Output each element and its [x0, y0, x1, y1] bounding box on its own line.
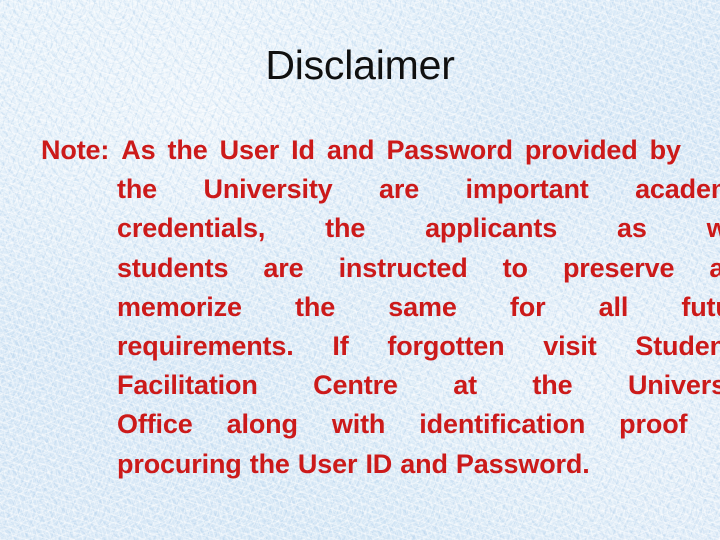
disclaimer-word: ID	[365, 448, 393, 479]
page-title: Disclaimer	[265, 42, 455, 88]
disclaimer-word: all	[598, 291, 629, 322]
disclaimer-word: the	[167, 135, 208, 165]
disclaimer-word: well	[706, 213, 720, 244]
disclaimer-word: to	[502, 252, 528, 283]
disclaimer-word: same	[388, 291, 457, 322]
disclaimer-word: academic	[635, 174, 720, 205]
disclaimer-word: University	[627, 370, 720, 401]
disclaimer-word: Office	[117, 409, 193, 440]
disclaimer-word: the	[295, 291, 336, 322]
disclaimer-word: for	[509, 291, 546, 322]
disclaimer-body: Note: As the User Id and Password provided by the…	[41, 131, 720, 484]
disclaimer-word: As	[121, 135, 156, 165]
disclaimer-word: along	[226, 409, 298, 440]
disclaimer-word: preserve	[562, 252, 675, 283]
disclaimer-word: University	[203, 174, 333, 205]
disclaimer-line: the University are important academic	[41, 170, 720, 209]
disclaimer-word: as	[616, 213, 647, 244]
disclaimer-line: credentials, the applicants as well	[41, 209, 720, 248]
disclaimer-word: future	[681, 291, 720, 322]
disclaimer-word: the	[325, 213, 366, 244]
disclaimer-line: Facilitation Centre at the University	[41, 366, 720, 405]
disclaimer-line: Officealongwithidentificationprooffor	[41, 405, 720, 444]
disclaimer-word: the	[532, 370, 573, 401]
disclaimer-line: memorize the same for all future	[41, 288, 720, 327]
disclaimer-word: Students’	[635, 330, 720, 361]
disclaimer-line: students are instructed to preserve and	[41, 249, 720, 288]
disclaimer-word: User	[219, 135, 280, 165]
disclaimer-word: are	[378, 174, 420, 205]
disclaimer-word: credentials,	[117, 213, 266, 244]
disclaimer-word: forgotten	[387, 330, 505, 361]
disclaimer-word: Password.	[455, 448, 590, 479]
disclaimer-line: procuring the User ID and Password.	[41, 445, 720, 484]
presentation-slide: Disclaimer Note: As the User Id and Password pr…	[0, 0, 720, 540]
disclaimer-line: Note: As the User Id and Password provided by	[41, 131, 681, 170]
disclaimer-word: by	[649, 135, 681, 165]
disclaimer-word: identification	[419, 409, 586, 440]
disclaimer-word: requirements.	[117, 330, 294, 361]
disclaimer-word: instructed	[338, 252, 468, 283]
disclaimer-word: are	[263, 252, 304, 283]
disclaimer-word: applicants	[425, 213, 558, 244]
disclaimer-word: and	[709, 252, 720, 283]
disclaimer-word: provided	[524, 135, 638, 165]
disclaimer-line: requirements. If forgotten visit Students’	[41, 327, 720, 366]
disclaimer-word: If	[332, 330, 349, 361]
disclaimer-word: memorize	[117, 291, 242, 322]
disclaimer-word: important	[465, 174, 589, 205]
disclaimer-word: Centre	[313, 370, 398, 401]
disclaimer-word: and	[400, 448, 448, 479]
disclaimer-word: and	[326, 135, 375, 165]
disclaimer-word: Facilitation	[117, 370, 258, 401]
disclaimer-word: the	[249, 448, 290, 479]
disclaimer-word: Password	[386, 135, 513, 165]
disclaimer-word: procuring	[117, 448, 242, 479]
disclaimer-word: proof	[619, 409, 688, 440]
disclaimer-word: students	[117, 252, 229, 283]
disclaimer-word: with	[331, 409, 386, 440]
disclaimer-word: Id	[291, 135, 315, 165]
disclaimer-word: visit	[543, 330, 597, 361]
disclaimer-word: Note:	[41, 135, 110, 165]
disclaimer-word: User	[297, 448, 358, 479]
disclaimer-word: the	[117, 174, 158, 205]
disclaimer-word: at	[453, 370, 477, 401]
